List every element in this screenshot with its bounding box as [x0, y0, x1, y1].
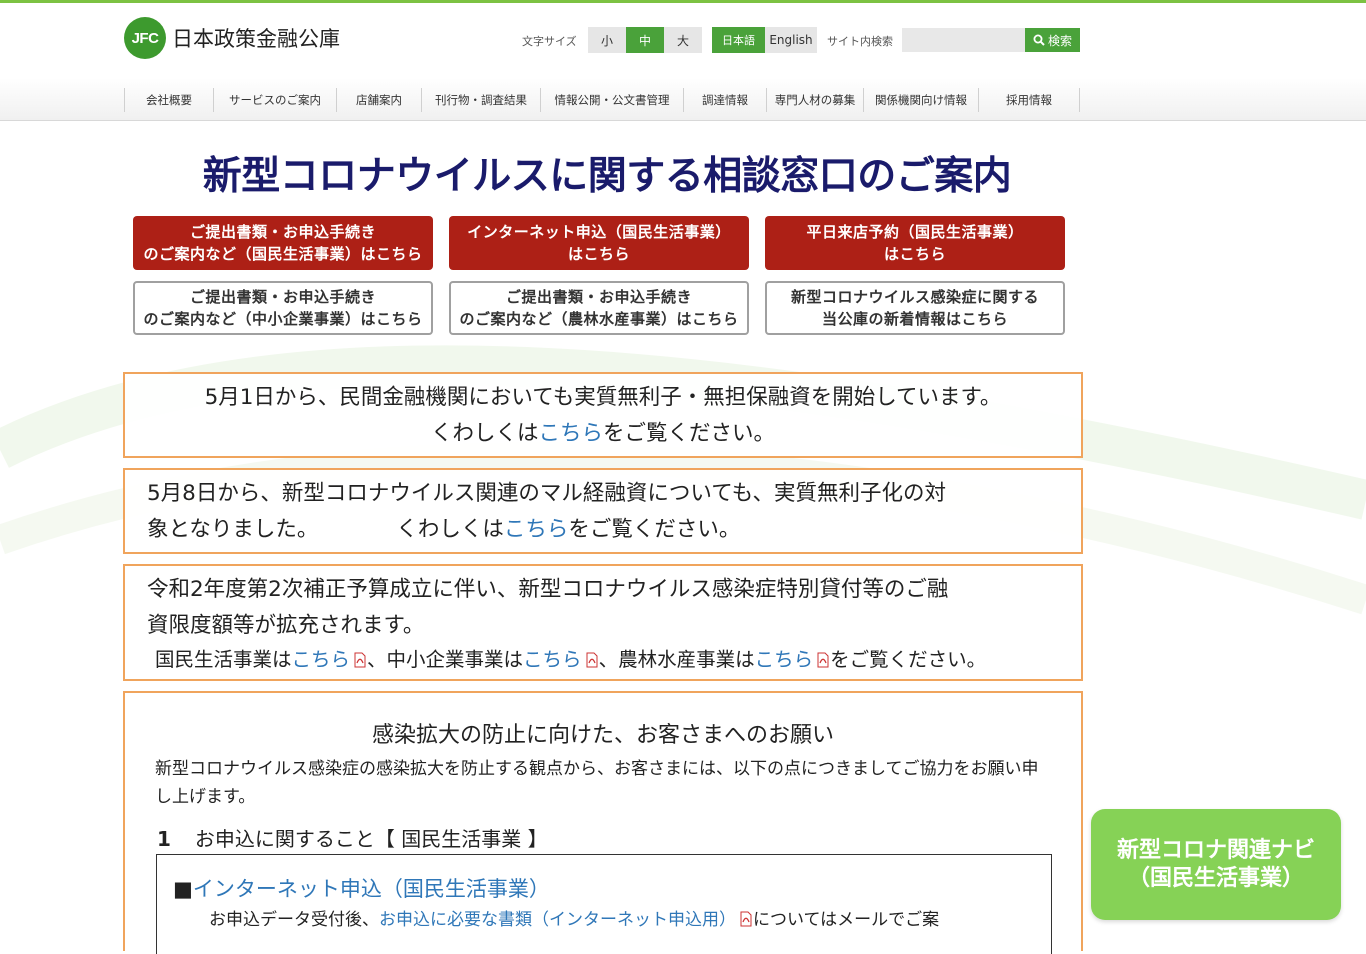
notice-budget-sme-link[interactable]: こちら [523, 648, 582, 671]
internet-application-text-post: についてはメールでご案 [753, 910, 940, 930]
nav-item-recruit[interactable]: 採用情報 [978, 88, 1080, 112]
page-title: 新型コロナウイルスに関する相談窓口のご案内 [202, 154, 1012, 199]
required-documents-link[interactable]: お申込に必要な書類（インターネット申込用） [379, 910, 736, 930]
notice-may8-pre: くわしくは [396, 517, 504, 542]
customer-request-box: 感染拡大の防止に向けた、お客さまへのお願い 新型コロナウイルス感染症の感染拡大を… [123, 691, 1083, 954]
nav-item-related-orgs[interactable]: 関係機関向け情報 [863, 88, 978, 112]
docs-procedures-personal-button[interactable]: ご提出書類・お申込手続き のご案内など（国民生活事業）はこちら [133, 216, 433, 270]
notice-budget-line1: 令和2年度第2次補正予算成立に伴い、新型コロナウイルス感染症特別貸付等のご融 [147, 577, 949, 602]
font-size-medium-button[interactable]: 中 [626, 27, 664, 53]
nav-item-services[interactable]: サービスのご案内 [213, 88, 336, 112]
site-logo[interactable]: JFC 日本政策金融公庫 [124, 17, 340, 59]
covid-news-button[interactable]: 新型コロナウイルス感染症に関する 当公庫の新着情報はこちら [765, 281, 1065, 335]
nav-item-company[interactable]: 会社概要 [124, 88, 213, 112]
logo-mark: JFC [124, 17, 166, 59]
lang-japanese-button[interactable]: 日本語 [712, 27, 765, 53]
notice-may8-link[interactable]: こちら [504, 517, 569, 542]
language-selector: 日本語 English [712, 27, 817, 53]
customer-request-body: 新型コロナウイルス感染症の感染拡大を防止する観点から、お客さまには、以下の点につ… [155, 759, 1039, 807]
nav-item-publications[interactable]: 刊行物・調査結果 [421, 88, 540, 112]
docs-procedures-sme-button[interactable]: ご提出書類・お申込手続き のご案内など（中小企業事業）はこちら [133, 281, 433, 335]
font-size-selector: 小 中 大 [588, 27, 702, 53]
font-size-large-button[interactable]: 大 [664, 27, 702, 53]
nav-item-branches[interactable]: 店舗案内 [336, 88, 421, 112]
square-bullet-icon: ■ [173, 877, 193, 901]
notice-budget-personal-label: 国民生活事業は [155, 648, 292, 671]
notice-may8-line1: 5月8日から、新型コロナウイルス関連のマル経融資についても、実質無利子化の対 [147, 481, 946, 506]
internet-application-text-pre: お申込データ受付後、 [209, 910, 379, 930]
notice-budget-personal-link[interactable]: こちら [292, 648, 351, 671]
search-button-label: 検索 [1047, 33, 1072, 48]
site-search-input[interactable] [902, 28, 1026, 52]
notice-may1-post: をご覧ください。 [603, 421, 776, 446]
section-title: お申込に関すること【 国民生活事業 】 [194, 827, 548, 851]
font-size-label: 文字サイズ [522, 35, 577, 48]
nav-item-specialist-recruit[interactable]: 専門人材の募集 [766, 88, 863, 112]
notice-may8-line2: 象となりました。 [147, 517, 319, 542]
notice-budget-sme-label: 、中小企業事業は [367, 648, 524, 671]
lang-english-button[interactable]: English [765, 27, 817, 53]
section-heading: 1 お申込に関すること【 国民生活事業 】 [157, 823, 548, 852]
notice-may8: 5月8日から、新型コロナウイルス関連のマル経融資についても、実質無利子化の対 象… [123, 468, 1083, 554]
internet-application-panel: ■インターネット申込（国民生活事業） お申込データ受付後、お申込に必要な書類（イ… [156, 854, 1052, 954]
font-size-small-button[interactable]: 小 [588, 27, 626, 53]
notice-budget-agri-label: 、農林水産事業は [598, 648, 755, 671]
customer-request-title: 感染拡大の防止に向けた、お客さまへのお願い [371, 723, 834, 748]
nav-item-disclosure[interactable]: 情報公開・公文書管理 [540, 88, 683, 112]
internet-application-heading: ■インターネット申込（国民生活事業） [173, 873, 550, 903]
section-number: 1 [157, 827, 171, 851]
notice-may1: 5月1日から、民間金融機関においても実質無利子・無担保融資を開始しています。 く… [123, 372, 1083, 458]
notice-budget-post: をご覧ください。 [830, 648, 987, 671]
notice-may1-link[interactable]: こちら [538, 421, 603, 446]
site-search-label: サイト内検索 [827, 35, 893, 48]
pdf-icon [586, 652, 598, 668]
top-accent-line [0, 0, 1366, 3]
logo-text: 日本政策金融公庫 [172, 27, 340, 51]
notice-may1-text: 5月1日から、民間金融機関においても実質無利子・無担保融資を開始しています。 [204, 385, 1002, 410]
notice-budget: 令和2年度第2次補正予算成立に伴い、新型コロナウイルス感染症特別貸付等のご融 資… [123, 564, 1083, 681]
pdf-icon [354, 652, 366, 668]
weekday-visit-reservation-button[interactable]: 平日来店予約（国民生活事業） はこちら [765, 216, 1065, 270]
covid-navi-button[interactable]: 新型コロナ関連ナビ （国民生活事業） [1091, 809, 1341, 920]
notice-may8-post: をご覧ください。 [568, 517, 741, 542]
notice-may1-pre: くわしくは [430, 421, 539, 446]
notice-budget-line2: 資限度額等が拡充されます。 [147, 613, 425, 638]
pdf-icon [740, 911, 752, 927]
search-button[interactable]: 検索 [1025, 28, 1080, 52]
internet-application-text: お申込データ受付後、お申込に必要な書類（インターネット申込用） についてはメールで… [209, 905, 939, 930]
global-nav: 会社概要 サービスのご案内 店舗案内 刊行物・調査結果 情報公開・公文書管理 調… [0, 78, 1366, 121]
pdf-icon [817, 652, 829, 668]
notice-budget-agri-link[interactable]: こちら [755, 648, 814, 671]
internet-application-button[interactable]: インターネット申込（国民生活事業） はこちら [449, 216, 749, 270]
docs-procedures-agriculture-button[interactable]: ご提出書類・お申込手続き のご案内など（農林水産事業）はこちら [449, 281, 749, 335]
search-icon [1033, 34, 1045, 46]
internet-application-link[interactable]: インターネット申込（国民生活事業） [193, 877, 550, 901]
nav-item-procurement[interactable]: 調達情報 [683, 88, 766, 112]
